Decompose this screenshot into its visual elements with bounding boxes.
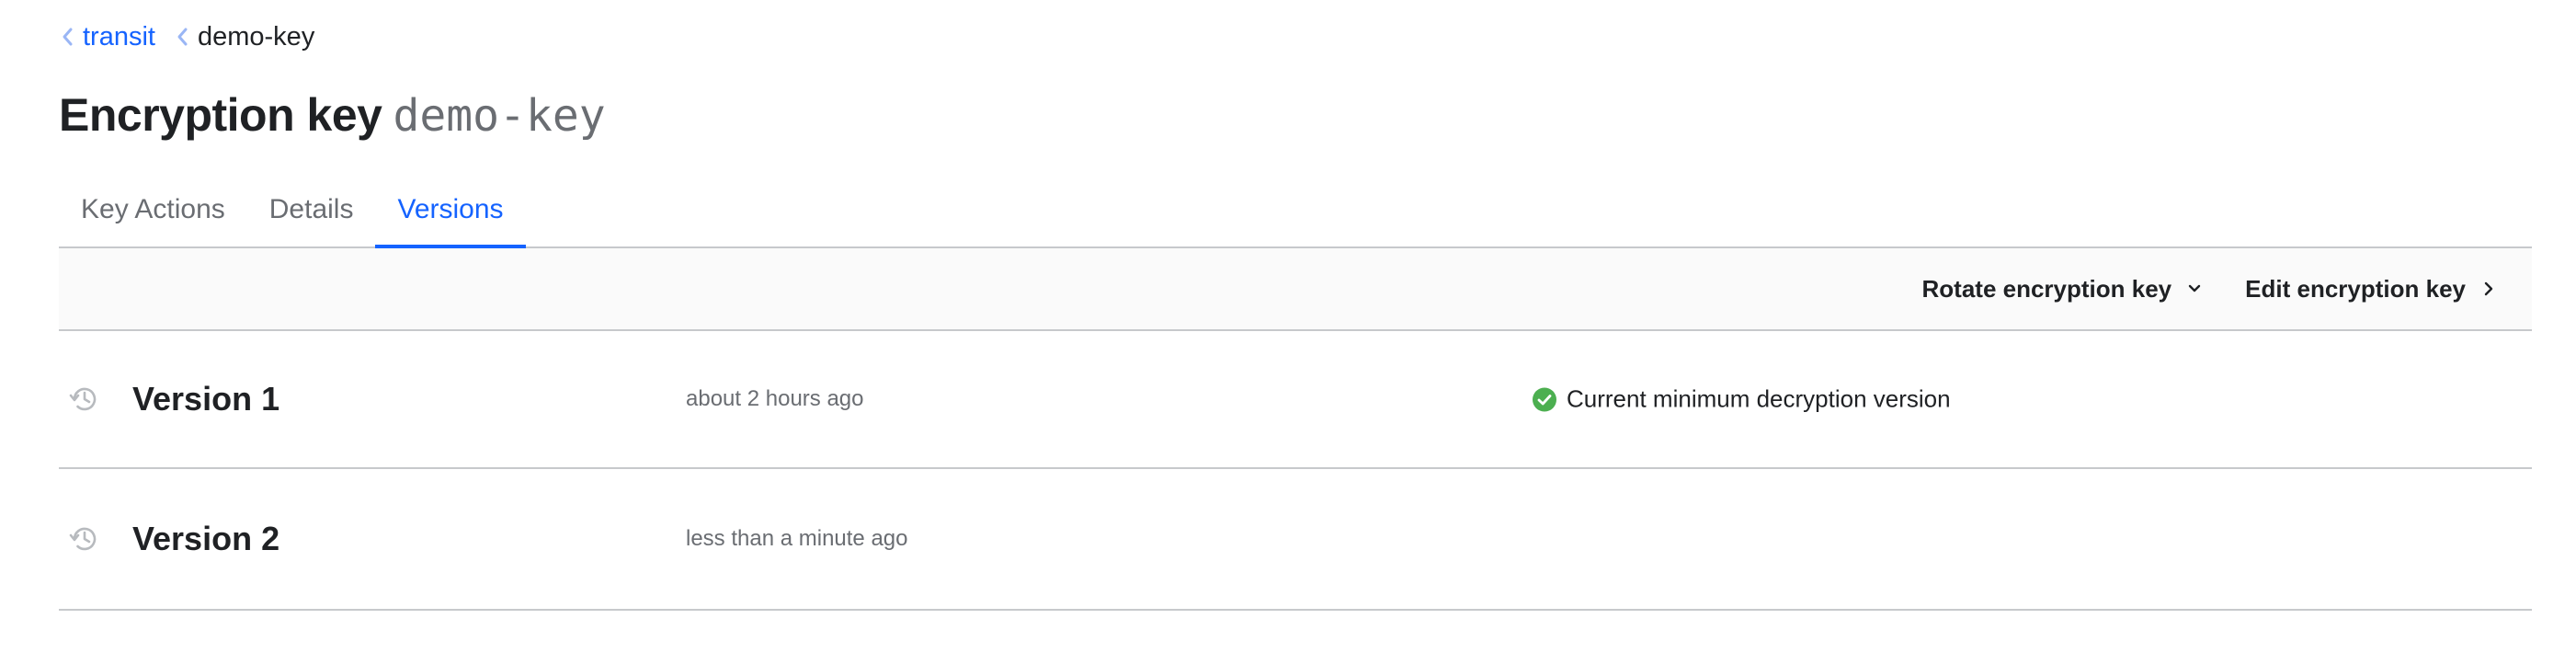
breadcrumb-current: demo-key [197, 21, 315, 52]
breadcrumb-item-demo-key: demo-key [174, 22, 314, 52]
version-row: Version 1 about 2 hours ago Current mini… [59, 331, 2532, 469]
version-time: less than a minute ago [686, 526, 908, 551]
version-name: Version 2 [132, 520, 280, 557]
version-row: Version 2 less than a minute ago [59, 469, 2532, 611]
chevron-right-icon [2479, 279, 2499, 299]
history-icon [66, 521, 103, 557]
rotate-encryption-key-button[interactable]: Rotate encryption key [1902, 261, 2226, 316]
rotate-encryption-key-label: Rotate encryption key [1921, 274, 2172, 303]
tab-bar: Key Actions Details Versions [59, 173, 2532, 248]
history-icon [66, 381, 103, 418]
breadcrumb: transit demo-key [59, 18, 314, 55]
chevron-left-icon [174, 23, 192, 51]
tab-key-actions[interactable]: Key Actions [59, 173, 247, 246]
page: transit demo-key Encryption key demo-key… [59, 0, 2532, 653]
page-title-text: Encryption key [59, 89, 382, 141]
version-status: Current minimum decryption version [1532, 385, 1951, 414]
breadcrumb-item-transit[interactable]: transit [59, 22, 155, 52]
chevron-down-icon [2184, 279, 2205, 299]
version-time: about 2 hours ago [686, 386, 864, 411]
key-name: demo-key [393, 90, 606, 142]
toolbar: Rotate encryption key Edit encryption ke… [59, 248, 2532, 331]
version-name: Version 1 [132, 380, 280, 418]
edit-encryption-key-label: Edit encryption key [2245, 274, 2466, 303]
tab-details[interactable]: Details [247, 173, 376, 246]
page-title: Encryption key demo-key [59, 88, 606, 153]
breadcrumb-link-transit[interactable]: transit [83, 22, 155, 52]
version-status-label: Current minimum decryption version [1567, 384, 1951, 413]
tab-versions[interactable]: Versions [375, 173, 526, 248]
edit-encryption-key-button[interactable]: Edit encryption key [2225, 261, 2519, 316]
check-circle-icon [1532, 386, 1557, 412]
chevron-left-icon [59, 23, 77, 51]
